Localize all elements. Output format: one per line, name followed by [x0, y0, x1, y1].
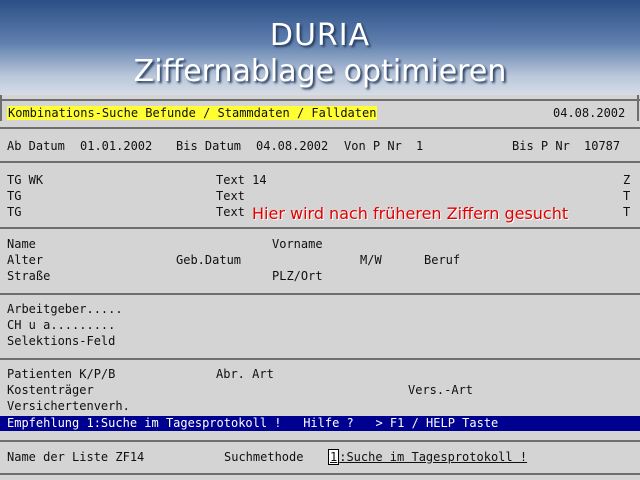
suchmethode-label: Suchmethode	[224, 450, 304, 464]
arbeitgeber-field[interactable]: Arbeitgeber.....	[7, 302, 123, 316]
search-title: Kombinations-Suche Befunde / Stammdaten …	[7, 106, 378, 120]
divider	[0, 473, 640, 475]
suchmethode-value: :Suche im Tagesprotokoll !	[339, 450, 528, 464]
bis-pnr-label: Bis P Nr	[512, 139, 570, 153]
abr-art-field[interactable]: Abr. Art	[216, 367, 274, 381]
ab-datum-field[interactable]: 01.01.2002	[80, 139, 152, 153]
plz-ort-field[interactable]: PLZ/Ort	[272, 269, 323, 283]
alter-field[interactable]: Alter	[7, 253, 43, 267]
name-field[interactable]: Name	[7, 237, 36, 251]
tg-label: TG	[7, 189, 22, 203]
bis-datum-field[interactable]: 04.08.2002	[256, 139, 328, 153]
mw-field[interactable]: M/W	[360, 253, 382, 267]
von-pnr-label: Von P Nr	[344, 139, 402, 153]
app-header: DURIA Ziffernablage optimieren	[0, 0, 640, 95]
beruf-field[interactable]: Beruf	[424, 253, 460, 267]
tg-flag: T	[623, 205, 631, 219]
bis-datum-label: Bis Datum	[176, 139, 242, 153]
divider	[0, 127, 640, 129]
divider	[0, 440, 640, 442]
text-field[interactable]: Text	[216, 205, 245, 219]
frame-left	[0, 95, 2, 121]
tg-flag: Z	[623, 173, 631, 187]
geb-datum-field[interactable]: Geb.Datum	[176, 253, 241, 267]
tg-label: TG WK	[7, 173, 44, 187]
text-field[interactable]: Text 14	[216, 173, 267, 187]
patienten-field[interactable]: Patienten K/P/B	[7, 367, 115, 381]
vers-art-field[interactable]: Vers.-Art	[408, 383, 473, 397]
suchmethode-input[interactable]: 1:Suche im Tagesprotokoll !	[328, 449, 528, 465]
bis-pnr-field[interactable]: 10787	[584, 139, 620, 153]
tg-label: TG	[7, 205, 22, 219]
tg-flag: T	[623, 189, 631, 203]
ch-ua-field[interactable]: CH u a.........	[7, 318, 115, 332]
status-bar: Empfehlung 1:Suche im Tagesprotokoll ! H…	[0, 416, 640, 431]
divider	[0, 161, 640, 163]
frame-right	[637, 95, 639, 121]
strasse-field[interactable]: Straße	[7, 269, 50, 283]
kostentraeger-field[interactable]: Kostenträger	[7, 383, 94, 397]
versichertenverh-field[interactable]: Versichertenverh.	[7, 399, 130, 413]
divider	[0, 227, 640, 229]
input-cursor[interactable]: 1	[328, 449, 340, 465]
divider	[0, 99, 640, 101]
divider	[0, 358, 640, 360]
screen-subtitle: Ziffernablage optimieren	[133, 54, 507, 89]
selektions-field[interactable]: Selektions-Feld	[7, 334, 115, 348]
current-date: 04.08.2002	[553, 106, 626, 120]
vorname-field[interactable]: Vorname	[272, 237, 323, 251]
status-text: Empfehlung 1:Suche im Tagesprotokoll ! H…	[7, 416, 499, 430]
app-name: DURIA	[269, 18, 371, 53]
text-field[interactable]: Text	[216, 189, 245, 203]
list-name-label: Name der Liste ZF14	[7, 450, 145, 464]
ab-datum-label: Ab Datum	[7, 139, 65, 153]
hint-annotation: Hier wird nach früheren Ziffern gesucht	[252, 204, 569, 223]
divider	[0, 293, 640, 295]
von-pnr-field[interactable]: 1	[416, 139, 423, 153]
